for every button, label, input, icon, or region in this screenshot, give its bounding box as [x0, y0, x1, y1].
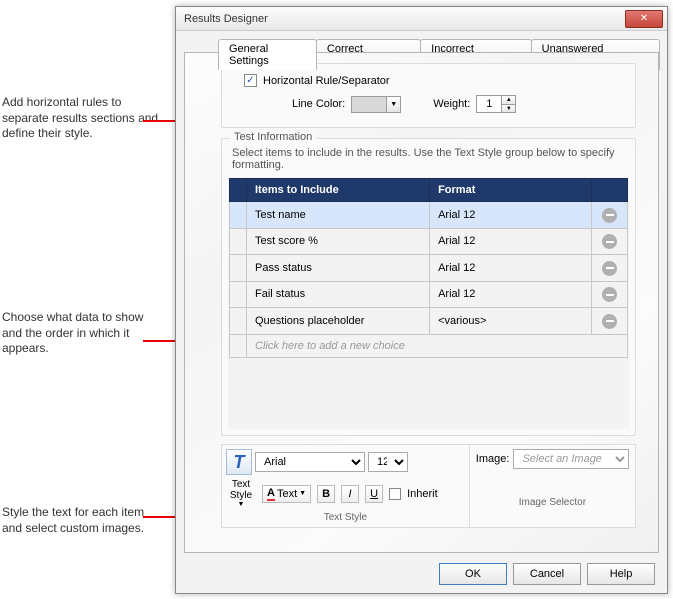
group-results-display: Results Display ✓ Horizontal Rule/Separa… [221, 63, 636, 128]
item-cell: Questions placeholder [247, 308, 430, 335]
line-color-dropdown[interactable]: ▼ [387, 96, 401, 113]
col-items: Items to Include [247, 179, 430, 202]
annotation-style-text: Style the text for each item and select … [2, 505, 162, 536]
italic-button[interactable]: I [341, 485, 359, 503]
help-button[interactable]: Help [587, 563, 655, 585]
inherit-checkbox[interactable] [389, 488, 401, 500]
inherit-label: Inherit [407, 488, 438, 500]
tab-page: Results Display ✓ Horizontal Rule/Separa… [184, 52, 659, 553]
remove-icon[interactable] [602, 234, 617, 249]
tab-general-settings[interactable]: General Settings [218, 39, 317, 70]
panel-label-image-selector: Image Selector [476, 469, 629, 508]
font-family-select[interactable]: Arial [255, 452, 365, 472]
table-row[interactable]: Questions placeholder <various> [230, 308, 628, 335]
table-row[interactable]: Pass status Arial 12 [230, 255, 628, 282]
close-icon: ✕ [640, 13, 648, 24]
image-selector-section: Image: Select an Image Image Selector [470, 445, 635, 527]
dialog-title: Results Designer [180, 13, 625, 25]
format-cell: <various> [430, 308, 592, 335]
weight-label: Weight: [433, 98, 470, 110]
items-table: Items to Include Format Test name Arial … [229, 178, 628, 358]
add-choice-hint: Click here to add a new choice [247, 334, 628, 357]
hr-checkbox[interactable]: ✓ [244, 74, 257, 87]
remove-icon[interactable] [602, 314, 617, 329]
underline-button[interactable]: U [365, 485, 383, 503]
text-style-dropdown-label[interactable]: Text Style [226, 479, 256, 501]
text-style-section: T Arial 12 Text Style ▼ A Text [222, 445, 470, 527]
items-table-wrap: Items to Include Format Test name Arial … [228, 177, 629, 429]
annotation-horizontal-rules: Add horizontal rules to separate results… [2, 95, 162, 142]
col-format: Format [430, 179, 592, 202]
results-designer-dialog: Results Designer ✕ General Settings Corr… [175, 6, 668, 594]
remove-icon[interactable] [602, 208, 617, 223]
hr-label: Horizontal Rule/Separator [263, 75, 390, 87]
remove-icon[interactable] [602, 261, 617, 276]
remove-icon[interactable] [602, 287, 617, 302]
cancel-button[interactable]: Cancel [513, 563, 581, 585]
text-style-panel: T Arial 12 Text Style ▼ A Text [221, 444, 636, 528]
format-cell: Arial 12 [430, 202, 592, 229]
panel-label-text-style: Text Style [226, 509, 465, 523]
table-row[interactable]: Test name Arial 12 [230, 202, 628, 229]
line-color-label: Line Color: [292, 98, 345, 110]
close-button[interactable]: ✕ [625, 10, 663, 28]
weight-spin-up[interactable]: ▲ [502, 95, 516, 104]
annotation-choose-data: Choose what data to show and the order i… [2, 310, 162, 357]
image-select[interactable]: Select an Image [513, 449, 629, 469]
item-cell: Test name [247, 202, 430, 229]
item-cell: Test score % [247, 228, 430, 255]
bold-button[interactable]: B [317, 485, 335, 503]
titlebar: Results Designer ✕ [176, 7, 667, 31]
test-info-hint: Select items to include in the results. … [228, 145, 629, 177]
dialog-footer: OK Cancel Help [439, 563, 655, 585]
text-color-button[interactable]: A Text ▼ [262, 485, 311, 503]
font-size-select[interactable]: 12 [368, 452, 408, 472]
image-label: Image: [476, 453, 510, 465]
item-cell: Pass status [247, 255, 430, 282]
col-remove [592, 179, 628, 202]
col-selector [230, 179, 247, 202]
table-row[interactable]: Fail status Arial 12 [230, 281, 628, 308]
line-color-swatch[interactable] [351, 96, 387, 113]
format-cell: Arial 12 [430, 281, 592, 308]
table-row[interactable]: Test score % Arial 12 [230, 228, 628, 255]
format-cell: Arial 12 [430, 228, 592, 255]
weight-input[interactable] [476, 95, 502, 113]
group-test-information: Test Information Select items to include… [221, 138, 636, 436]
weight-spin-down[interactable]: ▼ [502, 104, 516, 113]
text-style-icon: T [226, 449, 252, 475]
ok-button[interactable]: OK [439, 563, 507, 585]
group-title-test-info: Test Information [230, 131, 316, 143]
add-choice-row[interactable]: Click here to add a new choice [230, 334, 628, 357]
item-cell: Fail status [247, 281, 430, 308]
format-cell: Arial 12 [430, 255, 592, 282]
chevron-down-icon[interactable]: ▼ [226, 501, 256, 509]
